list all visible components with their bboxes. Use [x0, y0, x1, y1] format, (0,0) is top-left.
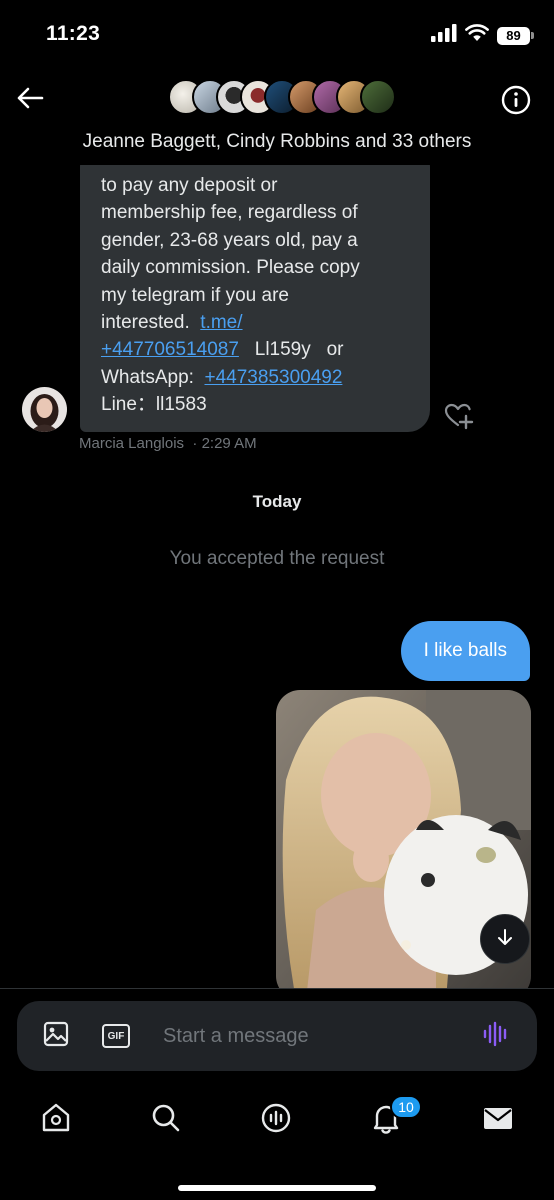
spaces-icon — [260, 1102, 292, 1139]
whatsapp-link[interactable]: +447385300492 — [205, 367, 343, 388]
messages-envelope-icon — [482, 1102, 514, 1139]
back-button[interactable] — [12, 82, 48, 118]
status-icons: 89 — [431, 24, 534, 47]
message-line: WhatsApp: +447385300492 — [101, 366, 343, 388]
nav-search[interactable] — [146, 1100, 186, 1140]
message-line: to pay any deposit or — [101, 175, 278, 196]
message-line: Line：ll1583 — [101, 394, 207, 416]
sender-name: Marcia Langlois — [79, 435, 185, 452]
add-reaction-button[interactable] — [444, 401, 474, 431]
nav-home[interactable] — [36, 1100, 76, 1140]
status-time: 11:23 — [46, 22, 101, 45]
sender-avatar[interactable] — [22, 387, 67, 432]
add-gif-button[interactable]: GIF — [101, 1021, 131, 1051]
cellular-signal-icon — [431, 24, 457, 47]
bottom-navigation: 10 — [0, 1080, 554, 1200]
arrow-down-icon — [495, 927, 515, 952]
conversation-header: Jeanne Baggett, Cindy Robbins and 33 oth… — [0, 70, 554, 165]
gif-icon: GIF — [102, 1024, 130, 1048]
scroll-to-bottom-button[interactable] — [480, 914, 530, 964]
outgoing-message-text: I like balls — [423, 640, 507, 661]
add-photo-button[interactable] — [41, 1021, 71, 1051]
message-line: +447706514087 Ll159y or — [101, 339, 344, 361]
battery-level: 89 — [497, 26, 530, 45]
composer-area: GIF — [0, 988, 554, 1080]
voice-waveform-icon — [482, 1020, 510, 1053]
message-line: membership fee, regardless of — [101, 202, 358, 224]
message-input[interactable] — [163, 1017, 463, 1055]
message-line: gender, 23-68 years old, pay a — [101, 229, 358, 251]
voice-message-button[interactable] — [481, 1021, 511, 1051]
message-line: interested. t.me/ — [101, 312, 243, 334]
conversation-info-button[interactable] — [500, 84, 532, 116]
telegram-link-number[interactable]: +447706514087 — [101, 339, 239, 360]
arrow-left-icon — [16, 86, 44, 115]
incoming-message-bubble[interactable]: to pay any deposit or membership fee, re… — [80, 165, 430, 432]
message-composer: GIF — [17, 1001, 537, 1071]
home-icon — [39, 1101, 73, 1140]
heart-plus-icon — [444, 403, 474, 435]
outgoing-message-bubble[interactable]: I like balls — [400, 621, 530, 681]
message-meta: Marcia Langlois · 2:29 AM — [79, 435, 257, 452]
info-circle-icon — [500, 85, 532, 120]
search-icon — [150, 1102, 182, 1139]
battery-icon: 89 — [497, 26, 534, 45]
image-icon — [42, 1020, 70, 1053]
system-message: You accepted the request — [169, 548, 385, 569]
participant-avatar — [360, 79, 396, 115]
message-line: daily commission. Please copy — [101, 257, 360, 279]
message-list[interactable]: to pay any deposit or membership fee, re… — [0, 165, 554, 988]
participant-avatars[interactable] — [168, 79, 396, 119]
nav-spaces[interactable] — [256, 1100, 296, 1140]
nav-messages[interactable] — [478, 1100, 518, 1140]
message-line: my telegram if you are — [101, 284, 289, 306]
message-time: 2:29 AM — [201, 435, 257, 452]
telegram-link[interactable]: t.me/ — [200, 312, 242, 333]
home-indicator — [178, 1185, 376, 1191]
wifi-icon — [465, 24, 489, 47]
date-separator: Today — [252, 492, 302, 511]
notification-badge: 10 — [390, 1095, 422, 1119]
conversation-title[interactable]: Jeanne Baggett, Cindy Robbins and 33 oth… — [0, 131, 554, 153]
status-bar: 11:23 89 — [0, 0, 554, 70]
